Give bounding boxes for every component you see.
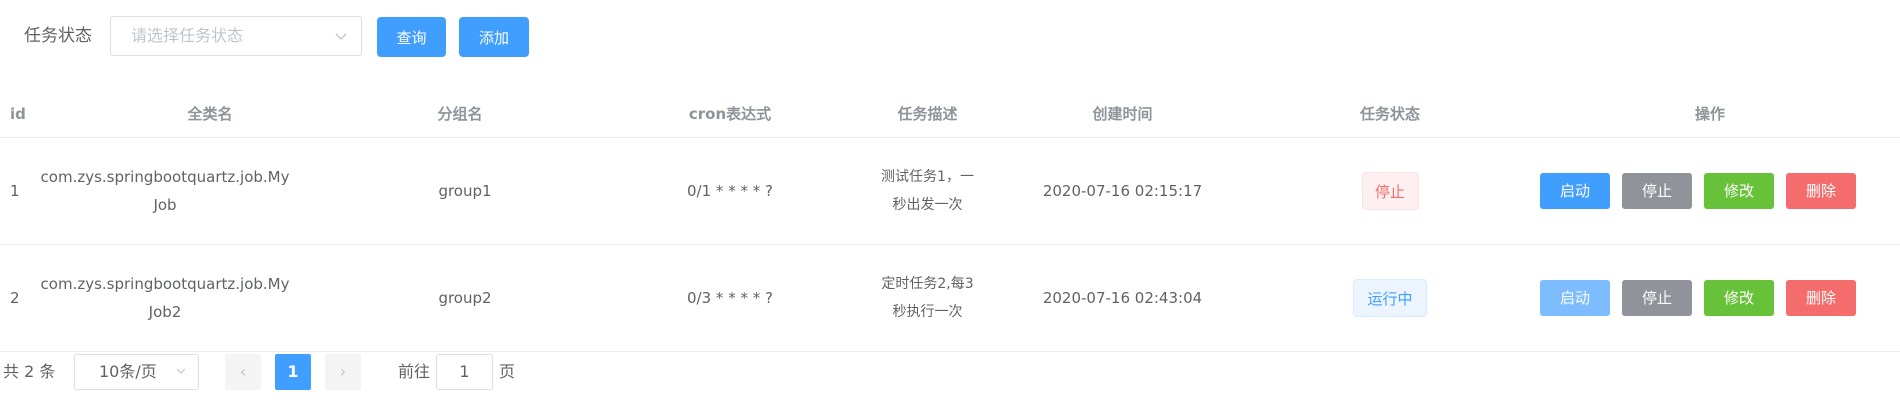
cell-cron: 0/1 * * * * ? bbox=[687, 182, 773, 200]
header-operations: 操作 bbox=[1694, 105, 1725, 123]
header-group-name: 分组名 bbox=[437, 105, 483, 123]
chevron-left-icon: ‹ bbox=[239, 362, 247, 381]
page-size-select[interactable]: 10条/页 bbox=[74, 354, 199, 390]
header-id: id bbox=[10, 105, 26, 123]
pagination: 共 2 条 10条/页 ‹ 1 › 前往 1 页 bbox=[0, 354, 1900, 390]
next-page-button[interactable]: › bbox=[325, 354, 361, 390]
table-row: 1 com.zys.springbootquartz.job.My Job gr… bbox=[0, 138, 1900, 245]
task-status-placeholder: 请选择任务状态 bbox=[131, 26, 244, 45]
prev-page-button[interactable]: ‹ bbox=[225, 354, 261, 390]
goto-page-input[interactable]: 1 bbox=[436, 354, 493, 390]
class-name-line: Job bbox=[153, 196, 177, 214]
class-name-line: Job2 bbox=[148, 303, 182, 321]
description-line: 定时任务2,每3 bbox=[881, 276, 974, 292]
cell-created-time: 2020-07-16 02:15:17 bbox=[1042, 182, 1203, 200]
delete-button[interactable]: 删除 bbox=[1786, 173, 1856, 209]
table-header: id 全类名 分组名 cron表达式 任务描述 创建时间 任务状态 操作 bbox=[0, 90, 1900, 138]
header-cron: cron表达式 bbox=[688, 105, 772, 123]
status-badge: 运行中 bbox=[1353, 279, 1427, 317]
edit-button[interactable]: 修改 bbox=[1704, 173, 1774, 209]
goto-label: 前往 bbox=[398, 362, 431, 381]
cell-created-time: 2020-07-16 02:43:04 bbox=[1042, 289, 1203, 307]
page-size-value: 10条/页 bbox=[99, 362, 157, 381]
page-suffix-label: 页 bbox=[499, 362, 516, 381]
header-class-name: 全类名 bbox=[187, 105, 233, 123]
cell-class-name: com.zys.springbootquartz.job.My Job bbox=[41, 138, 290, 244]
cell-operations: 启动 停止 修改 删除 bbox=[1540, 138, 1880, 244]
total-count: 共 2 条 bbox=[3, 362, 56, 381]
header-status: 任务状态 bbox=[1359, 105, 1420, 123]
add-button[interactable]: 添加 bbox=[459, 17, 529, 57]
table-row: 2 com.zys.springbootquartz.job.My Job2 g… bbox=[0, 245, 1900, 352]
stop-button[interactable]: 停止 bbox=[1622, 173, 1692, 209]
description-line: 秒执行一次 bbox=[892, 304, 963, 320]
chevron-down-icon bbox=[335, 33, 347, 40]
class-name-line: com.zys.springbootquartz.job.My bbox=[40, 168, 290, 186]
description-line: 测试任务1，一 bbox=[881, 169, 974, 185]
description-line: 秒出发一次 bbox=[892, 197, 963, 213]
stop-button[interactable]: 停止 bbox=[1622, 280, 1692, 316]
query-button[interactable]: 查询 bbox=[377, 17, 446, 57]
cell-status: 运行中 bbox=[1290, 245, 1490, 351]
delete-button[interactable]: 删除 bbox=[1786, 280, 1856, 316]
cell-group-name: group1 bbox=[438, 182, 492, 200]
page-number-current[interactable]: 1 bbox=[275, 354, 311, 390]
task-status-select[interactable]: 请选择任务状态 bbox=[110, 16, 362, 56]
header-created-time: 创建时间 bbox=[1092, 105, 1153, 123]
edit-button[interactable]: 修改 bbox=[1704, 280, 1774, 316]
cell-operations: 启动 停止 修改 删除 bbox=[1540, 245, 1880, 351]
start-button[interactable]: 启动 bbox=[1540, 173, 1610, 209]
chevron-right-icon: › bbox=[339, 362, 347, 381]
start-button[interactable]: 启动 bbox=[1540, 280, 1610, 316]
class-name-line: com.zys.springbootquartz.job.My bbox=[40, 275, 290, 293]
chevron-down-icon bbox=[176, 368, 186, 374]
status-badge: 停止 bbox=[1361, 172, 1419, 210]
cell-description: 测试任务1，一 秒出发一次 bbox=[855, 138, 1000, 244]
cell-description: 定时任务2,每3 秒执行一次 bbox=[855, 245, 1000, 351]
cell-class-name: com.zys.springbootquartz.job.My Job2 bbox=[41, 245, 290, 351]
task-status-label: 任务状态 bbox=[24, 26, 92, 46]
cell-cron: 0/3 * * * * ? bbox=[687, 289, 773, 307]
header-description: 任务描述 bbox=[897, 105, 958, 123]
cell-group-name: group2 bbox=[438, 289, 492, 307]
cell-status: 停止 bbox=[1290, 138, 1490, 244]
